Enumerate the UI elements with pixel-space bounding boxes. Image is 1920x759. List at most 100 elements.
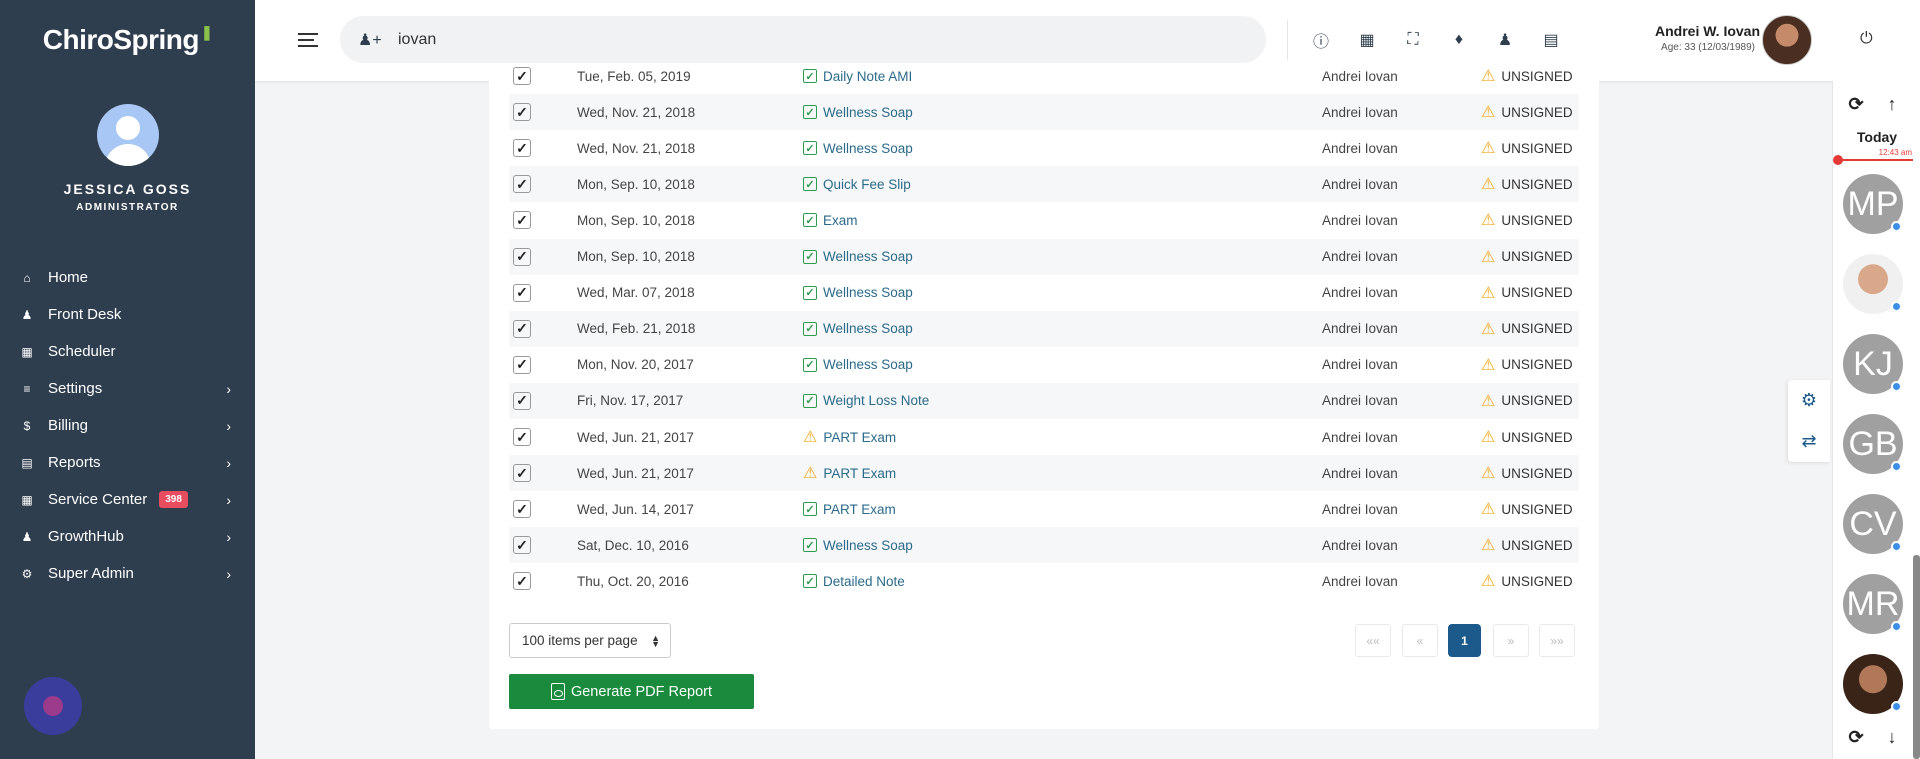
row-document-link[interactable]: ✓ Daily Note AMI: [803, 69, 912, 84]
patient-avatar-mr[interactable]: MR: [1843, 574, 1903, 634]
row-document-label: Wellness Soap: [823, 285, 913, 301]
row-document-link[interactable]: ✓ Detailed Note: [803, 574, 905, 589]
table-row[interactable]: ✓ Wed, Jun. 14, 2017 ✓ PART Exam Andrei Iova…: [509, 491, 1579, 527]
patient-avatar-cv[interactable]: CV: [1843, 494, 1903, 554]
row-document-link[interactable]: ✓ Exam: [803, 213, 858, 228]
sidebar-item-scheduler[interactable]: ▦ Scheduler: [0, 333, 255, 370]
patient-avatar-photo[interactable]: [1843, 654, 1903, 714]
table-row[interactable]: ✓ Wed, Feb. 21, 2018 ✓ Wellness Soap Andrei …: [509, 310, 1579, 347]
table-row[interactable]: ✓ Sat, Dec. 10, 2016 ✓ Wellness Soap Andrei …: [509, 527, 1579, 564]
document-icon[interactable]: ▤: [1528, 20, 1574, 60]
row-document-link[interactable]: ✓ Wellness Soap: [803, 249, 913, 264]
row-checkbox[interactable]: ✓: [513, 355, 531, 374]
row-checkbox[interactable]: ✓: [513, 211, 531, 230]
row-checkbox[interactable]: ✓: [513, 103, 531, 122]
table-row[interactable]: ✓ Wed, Nov. 21, 2018 ✓ Wellness Soap Andrei …: [509, 94, 1579, 131]
row-status: ⚠ UNSIGNED: [1481, 283, 1573, 303]
users-icon[interactable]: ♟: [1482, 20, 1528, 60]
settings-gear-icon[interactable]: ⚙: [1788, 380, 1830, 421]
grid-icon: ▦: [21, 492, 33, 507]
page-scrollbar[interactable]: [1913, 555, 1920, 759]
row-checkbox[interactable]: ✓: [513, 391, 531, 410]
row-document-link[interactable]: ✓ Wellness Soap: [803, 538, 913, 553]
row-status-label: UNSIGNED: [1501, 501, 1573, 517]
first-page-button[interactable]: ««: [1355, 624, 1391, 657]
add-user-icon[interactable]: ♟+: [358, 29, 382, 51]
sidebar-item-front-desk[interactable]: ♟ Front Desk: [0, 296, 255, 333]
row-document-link[interactable]: ✓ Wellness Soap: [803, 357, 913, 372]
power-icon[interactable]: ⏻: [1860, 30, 1873, 48]
patient-avatar[interactable]: [1762, 15, 1812, 65]
table-row[interactable]: ✓ Wed, Nov. 21, 2018 ✓ Wellness Soap Andrei …: [509, 130, 1579, 166]
patient-age: Age: 33 (12/03/1989): [1661, 42, 1755, 53]
patient-avatar-mp[interactable]: MP: [1843, 174, 1903, 234]
sidebar-item-service-center[interactable]: ▦ Service Center 398 ›: [0, 481, 255, 518]
row-checkbox[interactable]: ✓: [513, 428, 531, 446]
fullscreen-icon[interactable]: ⛶: [1390, 20, 1436, 60]
table-row[interactable]: ✓ Mon, Sep. 10, 2018 ✓ Exam Andrei Iovan ⚠ UNS…: [509, 202, 1579, 238]
row-document-link[interactable]: ✓ Wellness Soap: [803, 285, 913, 300]
row-document-link[interactable]: ✓ Weight Loss Note: [803, 393, 929, 408]
sidebar-item-settings[interactable]: ≡ Settings ›: [0, 370, 255, 407]
patient-avatar-kj[interactable]: KJ: [1843, 334, 1903, 394]
row-document-link[interactable]: ✓ Wellness Soap: [803, 105, 913, 120]
table-row[interactable]: ✓ Wed, Mar. 07, 2018 ✓ Wellness Soap Andrei …: [509, 275, 1579, 311]
prev-page-button[interactable]: «: [1402, 624, 1438, 657]
row-document-link[interactable]: ✓ Wellness Soap: [803, 141, 913, 156]
row-checkbox[interactable]: ✓: [513, 500, 531, 519]
row-document-link[interactable]: ✓ Wellness Soap: [803, 321, 913, 336]
row-document-link[interactable]: ⚠ PART Exam: [803, 427, 896, 447]
arrow-up-icon[interactable]: ↑: [1879, 91, 1905, 117]
row-checkbox[interactable]: ✓: [513, 572, 531, 591]
generate-pdf-label: Generate PDF Report: [570, 683, 713, 700]
items-per-page-select[interactable]: 100 items per page ▲ ▼: [509, 623, 671, 658]
row-document-link[interactable]: ⚠ PART Exam: [803, 463, 896, 483]
row-checkbox[interactable]: ✓: [513, 175, 531, 194]
row-checkbox[interactable]: ✓: [513, 536, 531, 555]
row-document-link[interactable]: ✓ PART Exam: [803, 502, 896, 517]
row-checkbox[interactable]: ✓: [513, 67, 531, 85]
menu-toggle-icon[interactable]: [298, 33, 318, 51]
user-avatar[interactable]: [96, 104, 159, 166]
sidebar-item-growthhub[interactable]: ♟ GrowthHub ›: [0, 518, 255, 555]
bell-icon[interactable]: ♦: [1436, 20, 1482, 60]
app-logo[interactable]: ChiroSpring ❚: [0, 0, 255, 80]
gift-icon[interactable]: ▦: [1344, 20, 1390, 60]
table-row[interactable]: ✓ Fri, Nov. 17, 2017 ✓ Weight Loss Note Andr…: [509, 382, 1579, 419]
chat-launcher-button[interactable]: [24, 677, 82, 735]
patient-info[interactable]: Andrei W. Iovan Age: 33 (12/03/1989): [1655, 23, 1760, 53]
table-row[interactable]: ✓ Mon, Nov. 20, 2017 ✓ Wellness Soap Andrei …: [509, 347, 1579, 383]
next-page-button[interactable]: »: [1493, 624, 1529, 657]
table-row[interactable]: ✓ Wed, Jun. 21, 2017 ⚠ PART Exam Andrei Iova…: [509, 419, 1579, 455]
table-row[interactable]: ✓ Mon, Sep. 10, 2018 ✓ Quick Fee Slip Andrei…: [509, 166, 1579, 203]
refresh-icon[interactable]: ⟳: [1843, 91, 1869, 117]
refresh-icon[interactable]: ⟳: [1843, 724, 1869, 750]
table-row[interactable]: ✓ Thu, Oct. 20, 2016 ✓ Detailed Note Andrei …: [509, 563, 1579, 599]
row-checkbox[interactable]: ✓: [513, 283, 531, 302]
sidebar-item-billing[interactable]: $ Billing ›: [0, 407, 255, 444]
last-page-button[interactable]: »»: [1539, 624, 1575, 657]
swap-icon[interactable]: ⇄: [1788, 421, 1830, 462]
row-checkbox[interactable]: ✓: [513, 139, 531, 158]
sidebar-item-label: Settings: [48, 380, 103, 397]
page-1-button[interactable]: 1: [1448, 624, 1481, 657]
help-icon[interactable]: ⓘ: [1298, 20, 1344, 60]
patient-avatar-photo[interactable]: [1843, 254, 1903, 314]
row-checkbox[interactable]: ✓: [513, 319, 531, 338]
generate-pdf-button[interactable]: Generate PDF Report: [509, 674, 754, 709]
row-document-link[interactable]: ✓ Quick Fee Slip: [803, 177, 911, 192]
current-time: 12:43 am: [1878, 148, 1912, 157]
row-checkbox[interactable]: ✓: [513, 247, 531, 266]
table-row[interactable]: ✓ Wed, Jun. 21, 2017 ⚠ PART Exam Andrei Iova…: [509, 455, 1579, 492]
row-document-label: Wellness Soap: [823, 321, 913, 337]
row-checkbox[interactable]: ✓: [513, 464, 531, 483]
arrow-down-icon[interactable]: ↓: [1879, 724, 1905, 750]
table-row[interactable]: ✓ Tue, Feb. 05, 2019 ✓ Daily Note AMI Andrei…: [509, 58, 1579, 94]
sidebar-item-super-admin[interactable]: ⚙ Super Admin ›: [0, 555, 255, 592]
sidebar-item-reports[interactable]: ▤ Reports ›: [0, 444, 255, 481]
sidebar-item-home[interactable]: ⌂ Home: [0, 259, 255, 296]
patient-avatar-gb[interactable]: GB: [1843, 414, 1903, 474]
search-input[interactable]: [398, 30, 998, 49]
table-row[interactable]: ✓ Mon, Sep. 10, 2018 ✓ Wellness Soap Andrei …: [509, 238, 1579, 275]
sidebar-menu: ⌂ Home ♟ Front Desk ▦ Scheduler ≡ Settin…: [0, 259, 255, 592]
